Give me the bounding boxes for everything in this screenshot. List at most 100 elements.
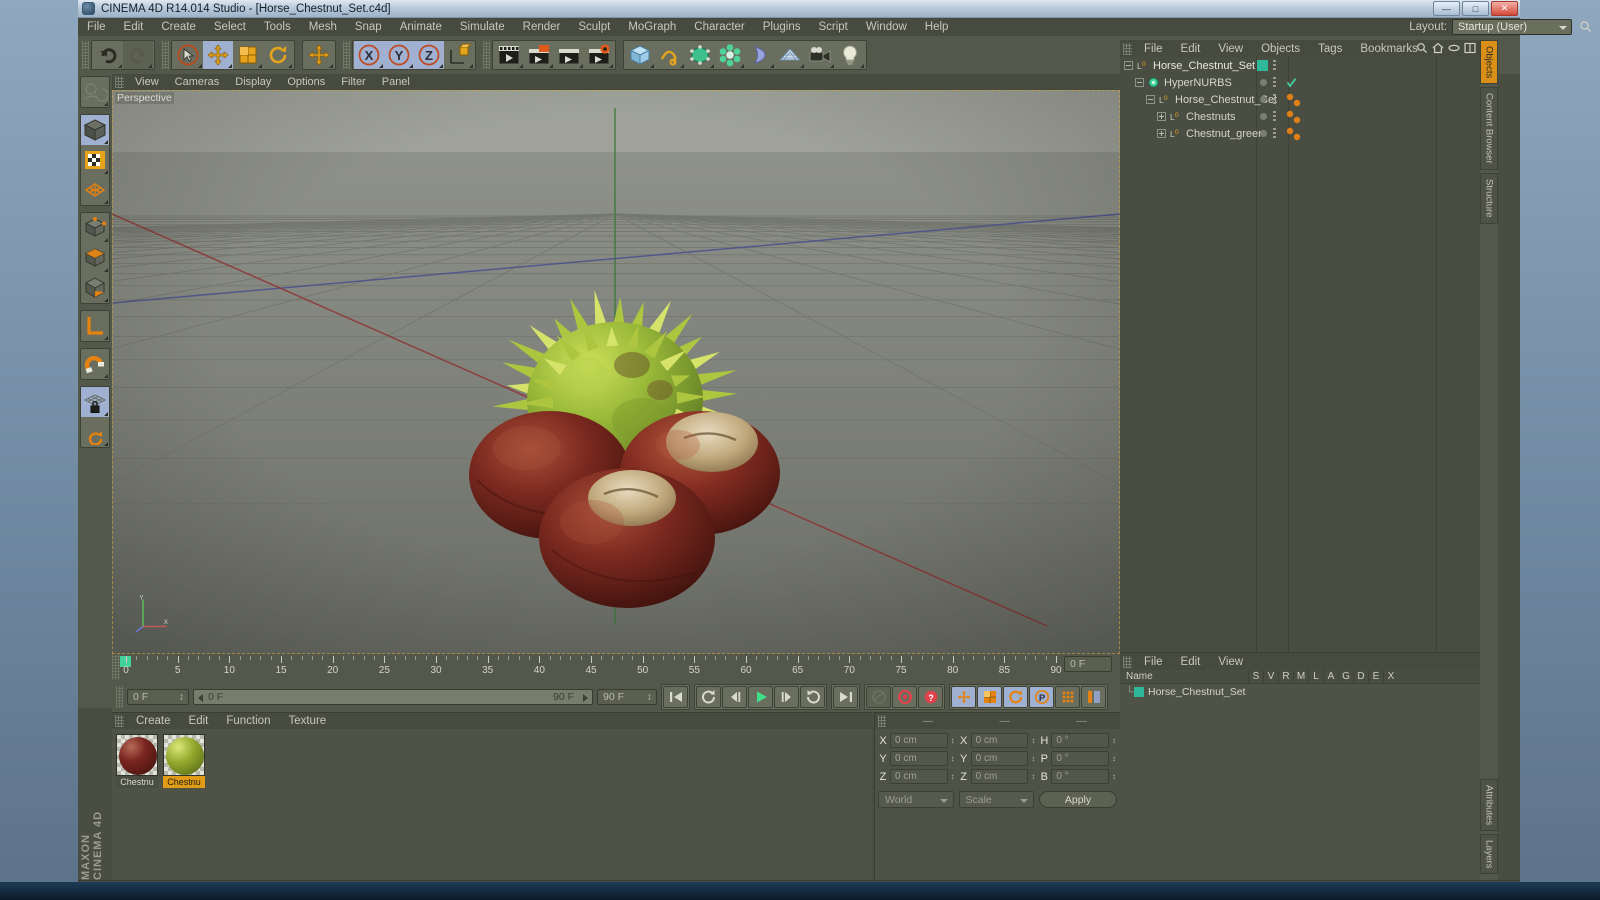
object-row[interactable]: L 0 Horse_Chestnut_Set (1120, 91, 1480, 108)
menu-item-render[interactable]: Render (514, 18, 570, 36)
play-button[interactable] (748, 686, 773, 708)
axis-x-button[interactable]: X (354, 41, 384, 69)
object-menu-view[interactable]: View (1209, 40, 1252, 58)
menu-item-mesh[interactable]: Mesh (300, 18, 346, 36)
object-row[interactable]: L 0 Horse_Chestnut_Set (1120, 57, 1480, 74)
object-row[interactable]: HyperNURBS (1120, 74, 1480, 91)
object-dots-column[interactable] (1273, 128, 1276, 139)
viewport-3d[interactable]: Perspective Y X (112, 90, 1120, 654)
layer-rows[interactable]: └ Horse_Chestnut_Set (1120, 684, 1480, 699)
position-spinner[interactable]: ↕ (949, 772, 957, 781)
menu-item-file[interactable]: File (78, 18, 115, 36)
rotation-input[interactable]: 0 ° (1051, 733, 1110, 748)
dock-tab-objects[interactable]: Objects (1480, 40, 1498, 85)
layer-column-r[interactable]: R (1278, 669, 1293, 684)
scale-button[interactable] (233, 41, 263, 69)
object-dots-column[interactable] (1273, 94, 1276, 105)
object-visibility-dot[interactable] (1257, 60, 1268, 71)
keyframe-selection-button[interactable]: ? (918, 686, 943, 708)
close-button[interactable]: ✕ (1491, 1, 1518, 16)
layer-column-x[interactable]: X (1383, 669, 1398, 684)
key-pla-button[interactable] (1055, 686, 1080, 708)
position-spinner[interactable]: ↕ (949, 754, 957, 763)
maximize-button[interactable]: □ (1462, 1, 1489, 16)
toolbar-grip-icon[interactable] (162, 41, 169, 69)
size-spinner[interactable]: ↕ (1029, 772, 1037, 781)
layer-column-v[interactable]: V (1263, 669, 1278, 684)
tree-expander-plus-icon[interactable] (1157, 112, 1166, 121)
rotation-spinner[interactable]: ↕ (1110, 754, 1118, 763)
current-frame-field[interactable]: 0 F ↕ (127, 689, 189, 705)
material-preview[interactable] (116, 734, 158, 776)
coordinate-mode-dropdown[interactable]: Scale (958, 791, 1034, 808)
position-input[interactable]: 0 cm (890, 751, 948, 766)
rotation-spinner[interactable]: ↕ (1110, 772, 1118, 781)
layer-menu-view[interactable]: View (1209, 653, 1252, 671)
tag-material-icon[interactable] (1293, 132, 1301, 144)
rotation-input[interactable]: 0 ° (1051, 769, 1110, 784)
mograph-array-button[interactable] (715, 41, 745, 69)
object-visibility-dot[interactable] (1260, 96, 1267, 103)
render-settings-button[interactable] (584, 41, 614, 69)
material-cell[interactable]: Chestnu (163, 734, 205, 788)
size-spinner[interactable]: ↕ (1029, 736, 1037, 745)
object-tree[interactable]: L 0 Horse_Chestnut_Set HyperNURBS L 0 Horse_Ch… (1120, 57, 1480, 652)
layer-color-swatch[interactable] (1134, 686, 1144, 697)
make-editable-button[interactable] (81, 77, 109, 107)
menu-item-sculpt[interactable]: Sculpt (569, 18, 619, 36)
layout-dropdown[interactable]: Startup (User) (1452, 19, 1572, 35)
render-view-button[interactable] (494, 41, 524, 69)
lock-workplane-button[interactable] (81, 387, 109, 417)
layer-row[interactable]: └ Horse_Chestnut_Set (1120, 684, 1480, 699)
material-menu-edit[interactable]: Edit (180, 712, 218, 730)
key-scale-button[interactable] (977, 686, 1002, 708)
size-input[interactable]: 0 cm (970, 733, 1029, 748)
panel-grip-icon[interactable] (115, 76, 124, 88)
model-mode-button[interactable] (81, 115, 109, 145)
layer-column-a[interactable]: A (1323, 669, 1338, 684)
axis-z-button[interactable]: Z (414, 41, 444, 69)
plus-move-button[interactable] (304, 41, 334, 69)
texture-mode-button[interactable] (81, 145, 109, 175)
viewport-menu-view[interactable]: View (127, 74, 167, 90)
layer-column-s[interactable]: S (1248, 669, 1263, 684)
loop-button[interactable] (696, 686, 721, 708)
light-button[interactable] (835, 41, 865, 69)
viewport-menu-panel[interactable]: Panel (374, 74, 418, 90)
menu-item-simulate[interactable]: Simulate (451, 18, 514, 36)
layer-menu-edit[interactable]: Edit (1172, 653, 1210, 671)
tree-expander-minus-icon[interactable] (1146, 95, 1155, 104)
viewport-menu-cameras[interactable]: Cameras (167, 74, 228, 90)
render-to-picture-viewer-button[interactable] (554, 41, 584, 69)
record-active-objects-button[interactable] (892, 686, 917, 708)
material-cell[interactable]: Chestnu (116, 734, 158, 788)
scene-floor-button[interactable] (775, 41, 805, 69)
material-menu-create[interactable]: Create (127, 712, 180, 730)
home-icon[interactable] (1432, 42, 1444, 54)
object-menu-edit[interactable]: Edit (1172, 40, 1210, 58)
tree-expander-minus-icon[interactable] (1135, 78, 1144, 87)
cube-primitive-button[interactable] (625, 41, 655, 69)
axis-mode-button[interactable] (81, 273, 109, 303)
redo-button[interactable] (123, 41, 153, 69)
edges-mode-button[interactable] (81, 213, 109, 243)
key-rotation-button[interactable] (1003, 686, 1028, 708)
render-region-button[interactable] (524, 41, 554, 69)
dock-tab-structure[interactable]: Structure (1480, 172, 1498, 224)
anim-toolbar-grip-icon[interactable] (116, 686, 123, 708)
viewport-menu-options[interactable]: Options (279, 74, 333, 90)
time-range-slider[interactable]: 0 F 90 F (193, 689, 593, 705)
object-menu-tags[interactable]: Tags (1309, 40, 1351, 58)
object-name[interactable]: Chestnut_green (1186, 128, 1264, 140)
keyframe-settings-button[interactable] (1081, 686, 1106, 708)
object-dots-column[interactable] (1273, 111, 1276, 122)
points-mode-button[interactable] (81, 175, 109, 205)
generator-nurbs-button[interactable] (685, 41, 715, 69)
menu-item-select[interactable]: Select (205, 18, 255, 36)
layer-column-l[interactable]: L (1308, 669, 1323, 684)
layer-name[interactable]: Horse_Chestnut_Set (1148, 686, 1245, 698)
object-name[interactable]: Chestnuts (1186, 111, 1236, 123)
apply-button[interactable]: Apply (1039, 791, 1117, 808)
enable-axis-button[interactable] (81, 311, 109, 341)
magnet-button[interactable] (81, 349, 109, 379)
